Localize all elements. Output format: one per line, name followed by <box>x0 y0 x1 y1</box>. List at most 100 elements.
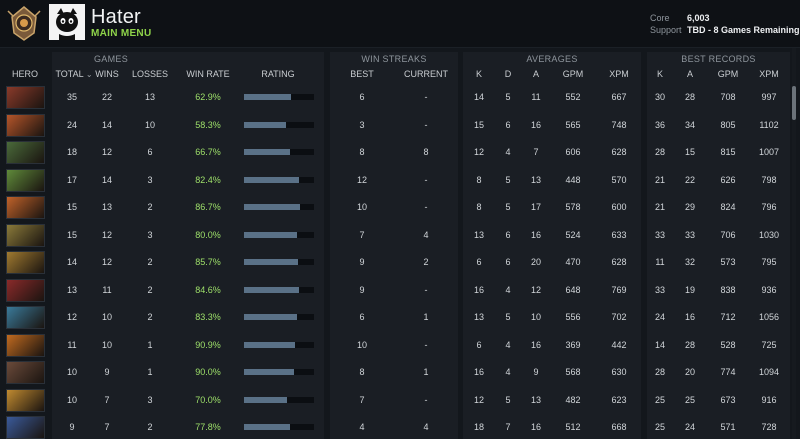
hero-portrait[interactable] <box>6 251 45 274</box>
cell-rxpm: 795 <box>761 257 777 267</box>
hero-row[interactable]: 18 12 6 66.7% 8 8 12 4 7 606 628 28 15 815 1007 <box>0 139 800 167</box>
cell-d: 4 <box>505 339 511 350</box>
cell-best: 8 <box>359 367 365 377</box>
cell-losses: 6 <box>147 147 153 157</box>
cell-rgpm: 528 <box>720 339 736 350</box>
hero-row[interactable]: 15 13 2 86.7% 10 - 8 5 17 578 600 21 29 824 796 <box>0 194 800 222</box>
cell-gpm: 648 <box>565 284 581 295</box>
rating-bar <box>244 424 314 430</box>
cell-a: 16 <box>530 422 541 432</box>
cell-d: 6 <box>505 257 511 267</box>
hero-row[interactable]: 13 11 2 84.6% 9 - 16 4 12 648 769 33 19 838 936 <box>0 277 800 305</box>
hero-row[interactable]: 11 10 1 90.9% 10 - 6 4 16 369 442 14 28 528 725 <box>0 332 800 360</box>
cell-ra: 20 <box>684 367 695 377</box>
hero-portrait[interactable] <box>6 196 45 219</box>
player-avatar[interactable] <box>49 4 85 40</box>
col-avg-gpm[interactable]: GPM <box>558 69 588 79</box>
cell-best: 6 <box>359 92 365 102</box>
hero-rows: 35 22 13 62.9% 6-14 5 11 552 667 30 28 708 997 24 14 10… <box>0 84 800 439</box>
col-streak-best[interactable]: BEST <box>346 69 378 79</box>
col-hero[interactable]: HERO <box>2 69 48 79</box>
cell-wins: 10 <box>101 312 112 322</box>
cell-win-rate: 70.0% <box>195 394 221 405</box>
hero-portrait[interactable] <box>6 416 45 439</box>
cell-ra: 19 <box>684 284 695 295</box>
cell-gpm: 512 <box>565 422 581 432</box>
rating-bar-fill <box>244 314 298 320</box>
cell-rxpm: 936 <box>761 284 777 295</box>
cell-total: 17 <box>66 174 77 185</box>
hero-portrait[interactable] <box>6 361 45 384</box>
col-rec-a[interactable]: A <box>680 69 700 79</box>
cell-best: 10 <box>356 339 367 350</box>
col-avg-k[interactable]: K <box>469 69 489 79</box>
cell-wins: 7 <box>104 394 110 405</box>
cell-win-rate: 86.7% <box>195 202 221 212</box>
hero-row[interactable]: 12 10 2 83.3% 6 1 13 5 10 556 702 24 16 712 1056 <box>0 304 800 332</box>
cell-best: 9 <box>359 284 365 295</box>
cell-gpm: 565 <box>565 119 581 130</box>
cell-k: 14 <box>473 92 484 102</box>
hero-portrait[interactable] <box>6 333 45 357</box>
cell-rxpm: 916 <box>761 394 777 405</box>
cell-xpm: 570 <box>611 174 627 185</box>
cell-win-rate: 84.6% <box>195 284 221 295</box>
col-wins[interactable]: WINS <box>92 69 122 79</box>
cell-rk: 11 <box>655 257 665 267</box>
cell-d: 5 <box>505 202 511 212</box>
hero-portrait[interactable] <box>6 113 45 137</box>
cell-wins: 7 <box>104 422 110 432</box>
col-rec-k[interactable]: K <box>650 69 670 79</box>
profile-header: Hater MAIN MENU Core 6,003 Support TBD -… <box>0 0 800 48</box>
hero-row[interactable]: 10 7 3 70.0% 7 - 12 5 13 482 623 25 25 673 916 <box>0 387 800 415</box>
hero-row[interactable]: 24 14 10 58.3% 3 - 15 6 16 565 748 36 34 805 1102 <box>0 112 800 140</box>
hero-row[interactable]: 14 12 2 85.7% 9 2 6 6 20 470 628 11 32 573 795 <box>0 249 800 277</box>
cell-losses: 2 <box>147 202 153 212</box>
cell-losses: 1 <box>147 367 153 377</box>
cell-a: 13 <box>530 174 541 185</box>
hero-row[interactable]: 15 12 3 80.0% 7 4 13 6 16 524 633 33 33 706 1030 <box>0 222 800 250</box>
col-total[interactable]: TOTAL ⌄ <box>52 69 96 79</box>
col-avg-d[interactable]: D <box>498 69 518 79</box>
scrollbar-thumb[interactable] <box>792 86 796 120</box>
hero-portrait[interactable] <box>6 141 45 164</box>
mmr-support-row: Support TBD - 8 Games Remaining <box>650 24 800 36</box>
col-rating[interactable]: RATING <box>250 69 306 79</box>
rating-bar <box>244 259 314 265</box>
main-menu-link[interactable]: MAIN MENU <box>91 28 151 39</box>
cell-gpm: 606 <box>565 147 581 157</box>
cell-win-rate: 82.4% <box>195 174 221 185</box>
hero-portrait[interactable] <box>6 306 45 329</box>
col-win-rate[interactable]: WIN RATE <box>180 69 236 79</box>
cell-rgpm: 573 <box>720 257 736 267</box>
hero-portrait[interactable] <box>6 278 45 302</box>
cell-rk: 25 <box>654 394 665 405</box>
cell-losses: 2 <box>147 422 153 432</box>
hero-portrait[interactable] <box>6 168 45 192</box>
cell-rgpm: 805 <box>720 119 736 130</box>
cell-xpm: 668 <box>611 422 627 432</box>
hero-portrait[interactable] <box>6 388 45 412</box>
col-rec-xpm[interactable]: XPM <box>754 69 784 79</box>
hero-row[interactable]: 9 7 2 77.8% 4 4 18 7 16 512 668 25 24 571 728 <box>0 414 800 439</box>
cell-wins: 13 <box>101 202 112 212</box>
hero-row[interactable]: 10 9 1 90.0% 8 1 16 4 9 568 630 28 20 774 1094 <box>0 359 800 387</box>
cell-total: 10 <box>66 394 77 405</box>
hero-row[interactable]: 35 22 13 62.9% 6 - 14 5 11 552 667 30 28 708 997 <box>0 84 800 112</box>
col-rec-gpm[interactable]: GPM <box>713 69 743 79</box>
rating-bar <box>244 121 314 128</box>
hero-portrait[interactable] <box>6 223 45 247</box>
cell-ra: 24 <box>684 422 695 432</box>
hero-portrait[interactable] <box>6 86 45 109</box>
col-avg-a[interactable]: A <box>526 69 546 79</box>
cell-rgpm: 626 <box>720 174 736 185</box>
rating-bar <box>244 149 314 155</box>
col-streak-current[interactable]: CURRENT <box>398 69 454 79</box>
cell-best: 3 <box>359 119 365 130</box>
hero-row[interactable]: 17 14 3 82.4% 12 - 8 5 13 448 570 21 22 626 798 <box>0 167 800 195</box>
cell-win-rate: 90.9% <box>195 339 221 350</box>
cell-xpm: 600 <box>611 202 627 212</box>
cell-d: 5 <box>505 92 511 102</box>
col-losses[interactable]: LOSSES <box>130 69 170 79</box>
col-avg-xpm[interactable]: XPM <box>604 69 634 79</box>
